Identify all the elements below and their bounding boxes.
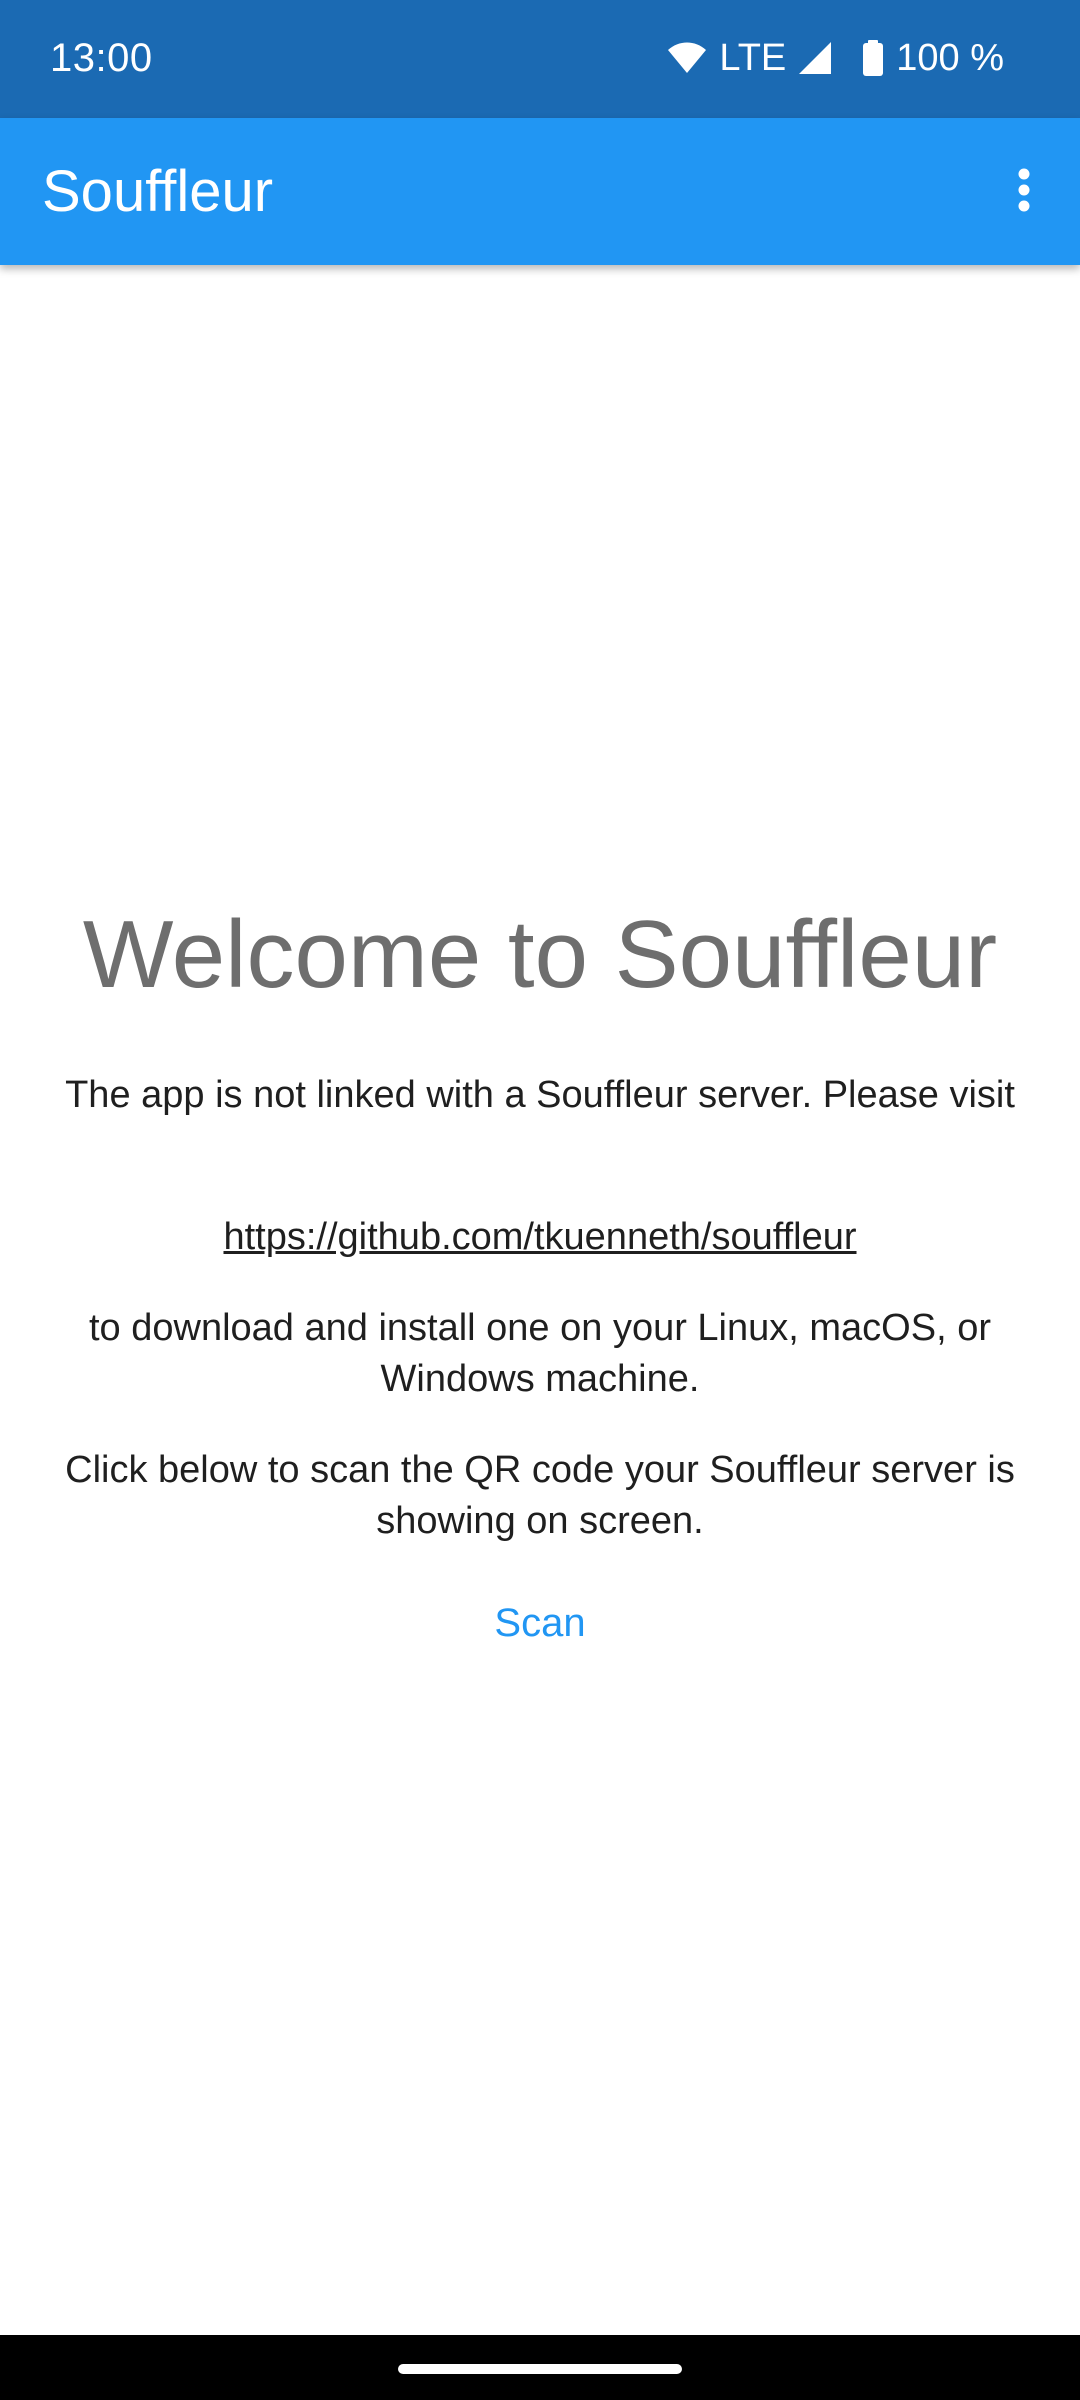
- battery-icon: [862, 40, 884, 76]
- navigation-bar: [0, 2335, 1080, 2400]
- download-text: to download and install one on your Linu…: [89, 1307, 991, 1400]
- status-icons: LTE 100 %: [667, 30, 1004, 86]
- welcome-title: Welcome to Souffleur: [82, 901, 998, 1008]
- main-content: Welcome to Souffleur The app is not link…: [0, 265, 1080, 2335]
- scan-button[interactable]: Scan: [440, 1583, 640, 1663]
- github-link[interactable]: https://github.com/tkuenneth/souffleur: [0, 1212, 1080, 1263]
- wifi-icon: [667, 41, 707, 75]
- status-time: 13:00: [50, 36, 153, 80]
- signal-icon: [798, 41, 832, 75]
- status-bar: 13:00 LTE 100 %: [0, 0, 1080, 118]
- intro-text: The app is not linked with a Souffleur s…: [65, 1074, 1015, 1116]
- battery-percentage: 100 %: [896, 36, 1004, 79]
- scan-instruction: Click below to scan the QR code your Sou…: [65, 1449, 1015, 1542]
- app-bar: Souffleur: [0, 118, 1080, 265]
- overflow-menu-button[interactable]: [982, 150, 1066, 234]
- home-indicator[interactable]: [398, 2364, 682, 2374]
- network-type: LTE: [719, 36, 787, 79]
- more-vert-icon: [1017, 168, 1031, 217]
- app-title: Souffleur: [42, 159, 274, 224]
